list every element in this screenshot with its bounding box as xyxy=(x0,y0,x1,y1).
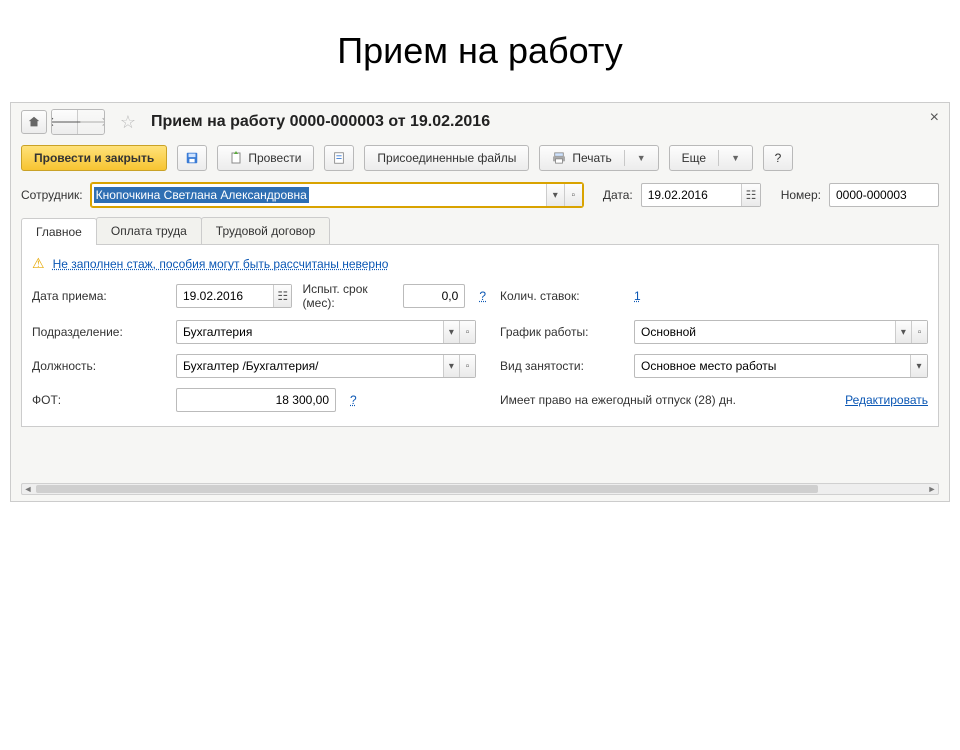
open-ref-icon[interactable]: ▫ xyxy=(564,184,582,206)
post-label: Провести xyxy=(248,151,301,165)
scroll-thumb[interactable] xyxy=(36,485,818,493)
header-fields-row: Сотрудник: Кнопочкина Светлана Александр… xyxy=(11,179,949,211)
fot-field[interactable] xyxy=(176,388,336,412)
open-ref-icon[interactable]: ▫ xyxy=(911,321,927,343)
date-label: Дата: xyxy=(603,188,633,202)
warning-link[interactable]: Не заполнен стаж, пособия могут быть рас… xyxy=(53,257,389,271)
dropdown-icon[interactable]: ▾ xyxy=(895,321,911,343)
department-field[interactable]: ▾ ▫ xyxy=(176,320,476,344)
employee-field[interactable]: Кнопочкина Светлана Александровна ▾ ▫ xyxy=(91,183,583,207)
tab-main[interactable]: Главное xyxy=(21,218,97,245)
open-ref-icon[interactable]: ▫ xyxy=(459,321,475,343)
hire-date-input[interactable] xyxy=(177,285,273,307)
calendar-icon[interactable]: ☷ xyxy=(741,184,759,206)
tab-bar: Главное Оплата труда Трудовой договор xyxy=(21,217,939,245)
dropdown-icon[interactable]: ▾ xyxy=(546,184,564,206)
probation-help-icon[interactable]: ? xyxy=(479,289,486,303)
print-label: Печать xyxy=(572,151,611,165)
scroll-left-icon[interactable]: ◄ xyxy=(22,484,34,494)
scroll-right-icon[interactable]: ► xyxy=(926,484,938,494)
calendar-icon[interactable]: ☷ xyxy=(273,285,291,307)
warning-row: ⚠ Не заполнен стаж, пособия могут быть р… xyxy=(32,255,928,272)
attached-label: Присоединенные файлы xyxy=(377,151,516,165)
number-field xyxy=(829,183,939,207)
position-label: Должность: xyxy=(32,359,162,373)
window-header: 🡐 🡒 ☆ Прием на работу 0000-000003 от 19.… xyxy=(11,103,949,139)
post-and-close-button[interactable]: Провести и закрыть xyxy=(21,145,167,171)
post-button[interactable]: Провести xyxy=(217,145,314,171)
probation-label: Испыт. срок (мес): xyxy=(302,282,392,310)
dropdown-icon[interactable]: ▾ xyxy=(910,355,927,377)
dropdown-icon[interactable]: ▾ xyxy=(443,321,459,343)
close-button[interactable]: × xyxy=(930,109,939,127)
more-button[interactable]: Еще ▼ xyxy=(669,145,753,171)
home-button[interactable] xyxy=(21,110,47,134)
date-field[interactable]: ☷ xyxy=(641,183,761,207)
warning-icon: ⚠ xyxy=(32,255,45,272)
employment-field[interactable]: ▾ xyxy=(634,354,928,378)
edit-vacation-link[interactable]: Редактировать xyxy=(845,393,928,407)
schedule-field[interactable]: ▾ ▫ xyxy=(634,320,928,344)
post-icon xyxy=(230,151,242,165)
window-title: Прием на работу 0000-000003 от 19.02.201… xyxy=(151,113,490,131)
fot-input[interactable] xyxy=(177,389,335,411)
tab-contract[interactable]: Трудовой договор xyxy=(201,217,330,244)
printer-icon xyxy=(552,152,566,164)
post-and-close-label: Провести и закрыть xyxy=(34,151,154,165)
slide-title: Прием на работу xyxy=(0,30,960,72)
number-input xyxy=(830,184,938,206)
rates-link[interactable]: 1 xyxy=(634,289,928,303)
help-button[interactable]: ? xyxy=(763,145,793,171)
dropdown-icon[interactable]: ▾ xyxy=(443,355,459,377)
print-button[interactable]: Печать ▼ xyxy=(539,145,658,171)
more-label: Еще xyxy=(682,151,706,165)
fot-help-icon[interactable]: ? xyxy=(350,393,357,407)
hire-date-field[interactable]: ☷ xyxy=(176,284,292,308)
app-window: 🡐 🡒 ☆ Прием на работу 0000-000003 от 19.… xyxy=(10,102,950,502)
tab-payment[interactable]: Оплата труда xyxy=(96,217,202,244)
open-ref-icon[interactable]: ▫ xyxy=(459,355,475,377)
hire-date-label: Дата приема: xyxy=(32,289,162,303)
create-based-on-button[interactable] xyxy=(324,145,354,171)
vacation-note: Имеет право на ежегодный отпуск (28) дн. xyxy=(500,393,736,407)
attached-files-button[interactable]: Присоединенные файлы xyxy=(364,145,529,171)
department-label: Подразделение: xyxy=(32,325,162,339)
toolbar: Провести и закрыть Провести Присоединенн… xyxy=(11,139,949,179)
horizontal-scrollbar[interactable]: ◄ ► xyxy=(21,483,939,495)
probation-input[interactable] xyxy=(404,285,465,307)
number-label: Номер: xyxy=(781,188,821,202)
nav-back-forward: 🡐 🡒 xyxy=(51,109,105,135)
tab-main-body: ⚠ Не заполнен стаж, пособия могут быть р… xyxy=(21,245,939,427)
fot-label: ФОТ: xyxy=(32,393,162,407)
save-button[interactable] xyxy=(177,145,207,171)
probation-field[interactable] xyxy=(403,284,466,308)
employee-label: Сотрудник: xyxy=(21,188,83,202)
schedule-input[interactable] xyxy=(635,321,895,343)
employee-value: Кнопочкина Светлана Александровна xyxy=(94,187,309,203)
department-input[interactable] xyxy=(177,321,443,343)
forward-button[interactable]: 🡒 xyxy=(78,110,104,134)
main-form-grid: Дата приема: ☷ Испыт. срок (мес): ? Коли… xyxy=(32,282,928,412)
position-input[interactable] xyxy=(177,355,443,377)
position-field[interactable]: ▾ ▫ xyxy=(176,354,476,378)
schedule-label: График работы: xyxy=(500,325,620,339)
employment-label: Вид занятости: xyxy=(500,359,620,373)
favorite-star-icon[interactable]: ☆ xyxy=(117,111,139,133)
employment-input[interactable] xyxy=(635,355,910,377)
date-input[interactable] xyxy=(642,184,742,206)
rates-label: Колич. ставок: xyxy=(500,289,620,303)
